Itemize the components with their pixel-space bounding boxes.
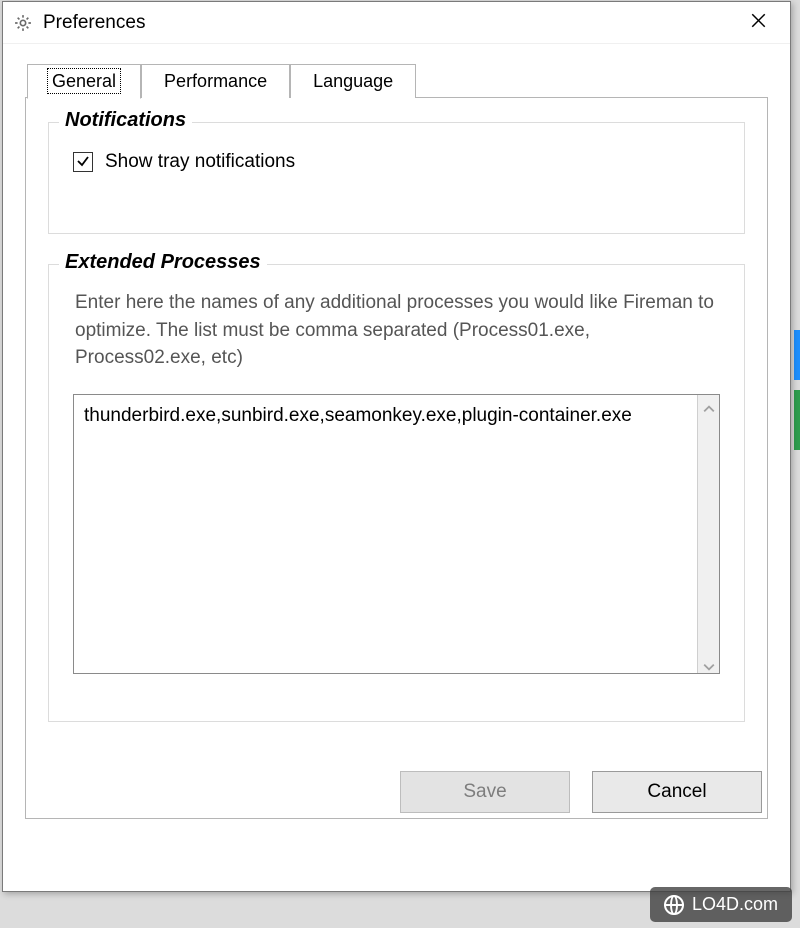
cancel-button[interactable]: Cancel [592, 771, 762, 813]
dialog-buttons: Save Cancel [400, 771, 762, 813]
group-legend-extended: Extended Processes [59, 251, 267, 274]
tab-general[interactable]: General [27, 64, 141, 99]
scroll-down-icon [703, 657, 715, 669]
client-area: General Performance Language Notificatio… [3, 44, 790, 829]
gear-icon [13, 13, 33, 33]
close-button[interactable] [734, 7, 782, 39]
titlebar[interactable]: Preferences [3, 2, 790, 44]
watermark: LO4D.com [650, 887, 792, 922]
show-tray-label: Show tray notifications [105, 151, 295, 173]
tab-label: Language [313, 71, 393, 91]
group-notifications: Notifications Show tray notifications [48, 122, 745, 234]
group-extended-processes: Extended Processes Enter here the names … [48, 264, 745, 722]
button-label: Cancel [647, 781, 706, 803]
bg-decoration [794, 330, 800, 380]
show-tray-row: Show tray notifications [71, 145, 722, 187]
screenshot-canvas: Preferences General Performance [0, 0, 800, 928]
extended-processes-field-wrap [73, 394, 720, 674]
watermark-text: LO4D.com [692, 894, 778, 915]
tab-performance[interactable]: Performance [141, 64, 290, 98]
extended-processes-input[interactable] [74, 395, 697, 673]
tab-label: General [50, 71, 118, 91]
scroll-up-icon [703, 399, 715, 411]
preferences-window: Preferences General Performance [2, 1, 791, 892]
group-legend-notifications: Notifications [59, 109, 192, 132]
window-title: Preferences [43, 12, 145, 34]
check-icon [76, 152, 90, 173]
tab-label: Performance [164, 71, 267, 91]
extended-description: Enter here the names of any additional p… [75, 289, 718, 372]
button-label: Save [463, 781, 506, 803]
tabs: General Performance Language [27, 60, 768, 98]
scrollbar[interactable] [697, 395, 719, 673]
close-icon [751, 12, 766, 33]
globe-icon [664, 895, 684, 915]
bg-decoration [794, 390, 800, 450]
tab-language[interactable]: Language [290, 64, 416, 98]
show-tray-checkbox[interactable] [73, 152, 93, 172]
save-button[interactable]: Save [400, 771, 570, 813]
tab-panel-general: Notifications Show tray notifications [25, 97, 768, 819]
